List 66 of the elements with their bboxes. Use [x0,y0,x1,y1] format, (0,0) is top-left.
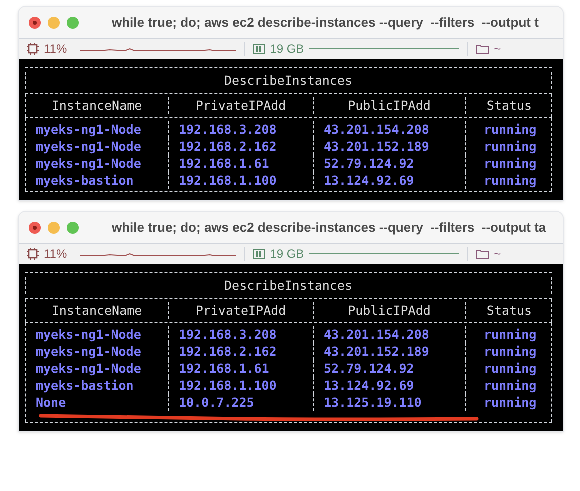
table-cell: 10.0.7.225 [179,394,254,411]
table-cell: 43.201.154.208 [324,121,430,138]
table-cell: 192.168.2.162 [179,343,277,360]
cpu-icon [27,248,39,260]
column-header: InstanceName [52,302,142,319]
cpu-usage: 11% [44,41,68,58]
table-cell: myeks-ng1-Node [36,326,142,343]
table-cell: myeks-ng1-Node [36,121,142,138]
table-cell: running [484,326,537,343]
table-cell: 192.168.1.61 [179,360,270,377]
table-cell: 43.201.154.208 [324,326,430,343]
column-header: Status [486,97,532,114]
cpu-icon [27,43,39,55]
memory-icon [253,249,266,259]
table-cell: myeks-ng1-Node [36,138,142,155]
minimize-button[interactable] [48,222,60,234]
table-cell: running [484,377,537,394]
table-cell: 13.124.92.69 [324,377,414,394]
memory-usage: 19 GB [270,41,304,58]
zoom-button[interactable] [67,16,79,28]
table-cell: running [484,172,537,189]
table-cell: 192.168.1.100 [179,172,277,189]
table-cell: running [484,360,537,377]
table-cell: myeks-bastion [36,172,134,189]
close-button[interactable] [29,16,41,28]
table-cell: 52.79.124.92 [324,360,414,377]
table-cell: 192.168.3.208 [179,326,277,343]
window-title: while true; do; aws ec2 describe-instances --query --filters --output ta [112,218,546,237]
table-title: DescribeInstances [224,72,352,89]
table-cell: 192.168.2.162 [179,138,277,155]
table-cell: running [484,121,537,138]
column-header: Status [486,302,532,319]
table-cell: myeks-ng1-Node [36,343,142,360]
column-header: InstanceName [52,97,142,114]
table-cell: 43.201.152.189 [324,138,430,155]
table-cell: 192.168.3.208 [179,121,277,138]
zoom-button[interactable] [67,222,79,234]
table-cell: running [484,155,537,172]
table-title: DescribeInstances [224,277,352,294]
window-title: while true; do; aws ec2 describe-instances --query --filters --output t [112,14,539,32]
memory-icon [253,44,266,54]
minimize-button[interactable] [48,16,60,28]
table-cell: running [484,343,537,360]
memory-usage: 19 GB [270,246,304,263]
table-cell: running [484,394,537,411]
table-cell: myeks-bastion [36,377,134,394]
folder-path: ~ [494,246,502,263]
table-cell: 192.168.1.100 [179,377,277,394]
table-cell: 52.79.124.92 [324,155,414,172]
folder-icon [476,44,490,54]
folder-path: ~ [494,41,502,58]
close-button[interactable] [29,222,41,234]
table-cell: 43.201.152.189 [324,343,430,360]
table-cell: running [484,138,537,155]
column-header: PublicIPAdd [348,302,431,319]
table-cell: None [36,394,66,411]
cpu-usage: 11% [44,246,68,263]
table-cell: 13.124.92.69 [324,172,414,189]
column-header: PrivateIPAdd [196,302,286,319]
table-cell: myeks-ng1-Node [36,155,142,172]
column-header: PrivateIPAdd [196,97,286,114]
table-cell: 13.125.19.110 [324,394,422,411]
table-cell: myeks-ng1-Node [36,360,142,377]
folder-icon [476,249,490,259]
column-header: PublicIPAdd [348,97,431,114]
table-cell: 192.168.1.61 [179,155,270,172]
